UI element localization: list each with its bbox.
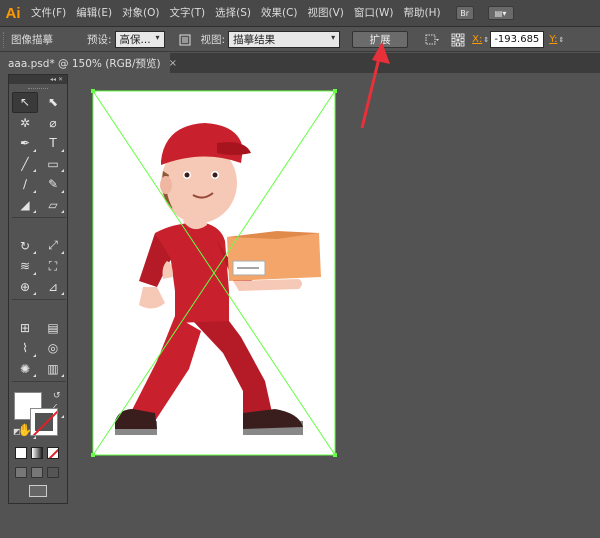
tools-panel: ◂◂ ✕ ↖ ⬉ ✲ ⌀ ✒ T ╱ ▭ ∕ ✎ ◢ ▱ ↻ ⤢ ≋ ⛶ ⊕ ⊿… (8, 74, 68, 504)
fill-stroke-well: ↺ ◩ (13, 391, 65, 439)
app-logo: Ai (5, 4, 21, 22)
control-bar: 图像描摹 预设: 高保... ▾ 视图: 描摹结果 ▾ 扩展 X: ⇕ -193… (0, 28, 600, 52)
preset-select[interactable]: 高保... ▾ (114, 31, 165, 48)
handle-top-right[interactable] (333, 89, 337, 93)
magic-wand-tool-icon[interactable]: ✲ (12, 113, 38, 134)
screen-mode-icon[interactable] (29, 485, 47, 497)
annotation-arrow-icon (360, 42, 390, 129)
menu-help[interactable]: 帮助(H) (399, 0, 446, 27)
type-tool-icon[interactable]: T (40, 133, 66, 154)
illustrator-window: Ai 文件(F) 编辑(E) 对象(O) 文字(T) 选择(S) 效果(C) 视… (0, 0, 600, 538)
menu-effect[interactable]: 效果(C) (256, 0, 303, 27)
free-transform-tool-icon[interactable]: ⛶ (40, 256, 66, 277)
draw-inside-icon[interactable] (47, 467, 59, 478)
menu-view[interactable]: 视图(V) (303, 0, 349, 27)
preset-label: 预设: (87, 34, 112, 46)
menu-file[interactable]: 文件(F) (26, 0, 71, 27)
pencil-tool-icon[interactable]: ✎ (40, 174, 66, 195)
paintbrush-tool-icon[interactable]: ∕ (12, 174, 38, 195)
gradient-tool-icon[interactable]: ▤ (40, 318, 66, 339)
blob-brush-tool-icon[interactable]: ◢ (12, 195, 38, 216)
tools-grid: ↖ ⬉ ✲ ⌀ ✒ T ╱ ▭ ∕ ✎ ◢ ▱ ↻ ⤢ ≋ ⛶ ⊕ ⊿ ⊞ ▤ … (9, 92, 67, 441)
menu-select[interactable]: 选择(S) (210, 0, 256, 27)
swap-fill-stroke-icon[interactable]: ↺ (53, 391, 61, 401)
rectangle-tool-icon[interactable]: ▭ (40, 154, 66, 175)
menu-object[interactable]: 对象(O) (117, 0, 164, 27)
menu-bar-right: Br ▤▾ (455, 6, 514, 20)
gradient-mode-icon[interactable] (31, 447, 43, 459)
document-tab-label: aaa.psd* @ 150% (RGB/预览) (8, 57, 161, 70)
arrange-documents-button[interactable]: ▤▾ (487, 6, 514, 20)
x-label: X: (472, 34, 483, 45)
menu-window[interactable]: 窗口(W) (349, 0, 399, 27)
handle-bottom-left[interactable] (91, 453, 95, 457)
none-mode-icon[interactable] (47, 447, 59, 459)
view-label: 视图: (200, 34, 226, 46)
trace-panel-icon[interactable] (177, 32, 193, 48)
mesh-tool-icon[interactable]: ⊞ (12, 318, 38, 339)
blend-tool-icon[interactable]: ◎ (40, 338, 66, 359)
column-graph-tool-icon[interactable]: ▥ (40, 359, 66, 380)
menu-bar: Ai 文件(F) 编辑(E) 对象(O) 文字(T) 选择(S) 效果(C) 视… (0, 0, 600, 27)
handle-bottom-right[interactable] (333, 453, 337, 457)
pen-tool-icon[interactable]: ✒ (12, 133, 38, 154)
document-tab-bar: aaa.psd* @ 150% (RGB/预览) × (0, 53, 600, 73)
default-colors-icon[interactable]: ◩ (13, 427, 21, 436)
y-stepper[interactable]: ⇕ (557, 32, 565, 48)
scale-tool-icon[interactable]: ⤢ (40, 236, 66, 257)
lasso-tool-icon[interactable]: ⌀ (40, 113, 66, 134)
menu-edit[interactable]: 编辑(E) (71, 0, 117, 27)
shape-builder-tool-icon[interactable]: ⊕ (12, 277, 38, 298)
menu-type[interactable]: 文字(T) (165, 0, 211, 27)
draw-normal-icon[interactable] (15, 467, 27, 478)
direct-selection-tool-icon[interactable]: ⬉ (40, 92, 66, 113)
selection-tool-icon[interactable]: ↖ (12, 92, 38, 113)
view-select[interactable]: 描摹结果 ▾ (228, 31, 341, 48)
close-icon[interactable]: × (169, 58, 177, 69)
x-field[interactable]: -193.685 (490, 31, 545, 48)
x-stepper[interactable]: ⇕ (482, 32, 490, 48)
color-mode-icon[interactable] (15, 447, 27, 459)
symbol-sprayer-tool-icon[interactable]: ✺ (12, 359, 38, 380)
tools-panel-grip[interactable] (9, 84, 67, 92)
tools-panel-header[interactable]: ◂◂ ✕ (9, 75, 67, 84)
align-to-icon[interactable] (424, 32, 440, 48)
control-bar-grip[interactable] (3, 31, 7, 48)
perspective-grid-tool-icon[interactable]: ⊿ (40, 277, 66, 298)
document-tab[interactable]: aaa.psd* @ 150% (RGB/预览) × (0, 53, 177, 73)
reference-point-icon[interactable] (450, 32, 466, 48)
drawing-mode-buttons (15, 467, 59, 478)
preset-value: 高保... (119, 34, 151, 46)
bridge-button[interactable]: Br (455, 6, 474, 20)
line-tool-icon[interactable]: ╱ (12, 154, 38, 175)
eraser-tool-icon[interactable]: ▱ (40, 195, 66, 216)
chevron-down-icon: ▾ (155, 33, 160, 42)
eyedropper-tool-icon[interactable]: ⌇ (12, 338, 38, 359)
rotate-tool-icon[interactable]: ↻ (12, 236, 38, 257)
draw-behind-icon[interactable] (31, 467, 43, 478)
y-label: Y: (549, 34, 558, 45)
warp-tool-icon[interactable]: ≋ (12, 256, 38, 277)
image-trace-label: 图像描摹 (11, 34, 53, 46)
view-value: 描摹结果 (233, 34, 276, 46)
main-menu: 文件(F) 编辑(E) 对象(O) 文字(T) 选择(S) 效果(C) 视图(V… (26, 0, 446, 27)
color-mode-buttons (15, 447, 59, 459)
stroke-swatch[interactable] (30, 408, 58, 436)
handle-top-left[interactable] (91, 89, 95, 93)
chevron-down-icon: ▾ (331, 33, 336, 42)
trace-bounding-box (91, 89, 337, 457)
